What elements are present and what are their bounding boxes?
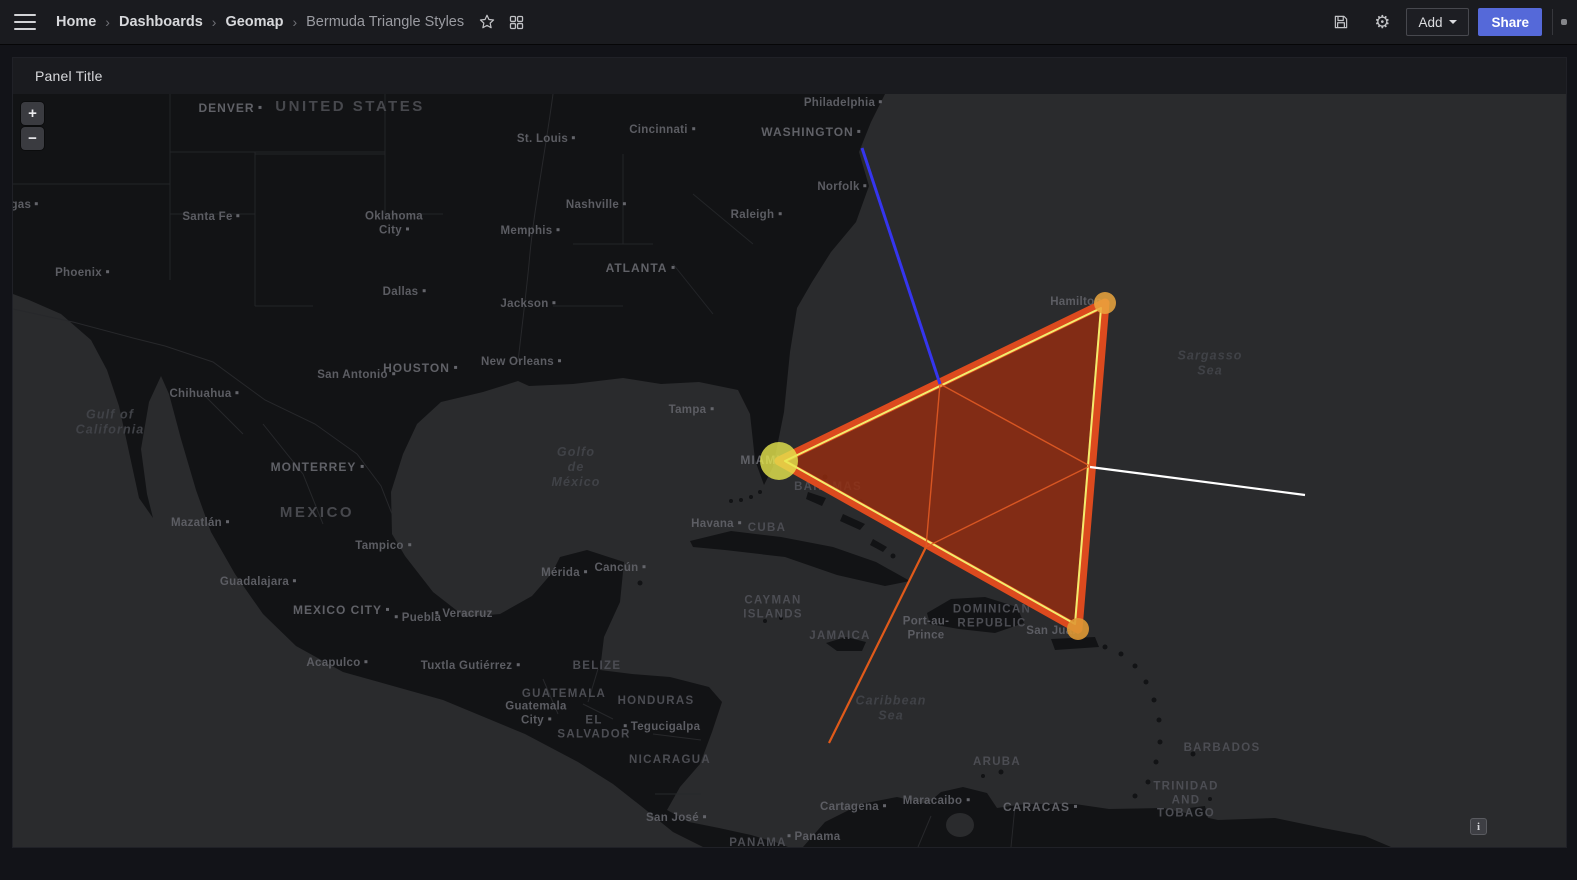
bermuda-triangle-polygon[interactable]	[779, 303, 1105, 629]
nav-divider	[1552, 9, 1553, 35]
route-line-blue	[862, 148, 940, 384]
map-zoom-control: + −	[21, 102, 44, 150]
breadcrumb-current-dashboard: Bermuda Triangle Styles	[306, 14, 464, 30]
clipped-nav-icon	[1561, 19, 1567, 25]
apps-grid-icon[interactable]	[504, 10, 529, 35]
breadcrumb-dashboards[interactable]: Dashboards	[119, 14, 203, 30]
marker-bermuda[interactable]	[1094, 292, 1116, 314]
top-nav-bar: Home › Dashboards › Geomap › Bermuda Tri…	[0, 0, 1577, 45]
breadcrumb: Home › Dashboards › Geomap › Bermuda Tri…	[56, 14, 464, 30]
breadcrumb-separator: ›	[212, 14, 217, 30]
breadcrumb-separator: ›	[292, 14, 297, 30]
map-attribution-info-button[interactable]: i	[1470, 818, 1487, 835]
add-button[interactable]: Add	[1406, 8, 1469, 36]
zoom-out-button[interactable]: −	[21, 127, 44, 150]
chevron-down-icon	[1449, 20, 1457, 24]
settings-gear-icon[interactable]: ⚙	[1370, 9, 1394, 35]
add-button-label: Add	[1418, 15, 1442, 30]
zoom-in-button[interactable]: +	[21, 102, 44, 125]
route-line-white	[1090, 467, 1305, 495]
breadcrumb-geomap[interactable]: Geomap	[225, 14, 283, 30]
marker-miami[interactable]	[760, 442, 798, 480]
menu-hamburger-icon[interactable]	[14, 14, 36, 30]
breadcrumb-home[interactable]: Home	[56, 14, 96, 30]
panel-header[interactable]: Panel Title	[13, 58, 1566, 94]
geomap-panel: Panel Title	[12, 57, 1567, 848]
favorite-star-icon[interactable]	[474, 9, 500, 35]
route-line-orange	[829, 547, 926, 743]
grafana-app: { "nav": { "separator": "›", "breadcrumb…	[0, 0, 1577, 880]
save-dashboard-icon[interactable]	[1328, 9, 1354, 35]
share-button[interactable]: Share	[1478, 8, 1542, 36]
geo-overlay-layer	[13, 94, 1566, 847]
marker-san-juan[interactable]	[1067, 618, 1089, 640]
panel-title: Panel Title	[35, 68, 103, 84]
geomap-canvas[interactable]: egasDENVERUNITED STATESSt. LouisCincinna…	[13, 94, 1566, 847]
breadcrumb-separator: ›	[105, 14, 110, 30]
